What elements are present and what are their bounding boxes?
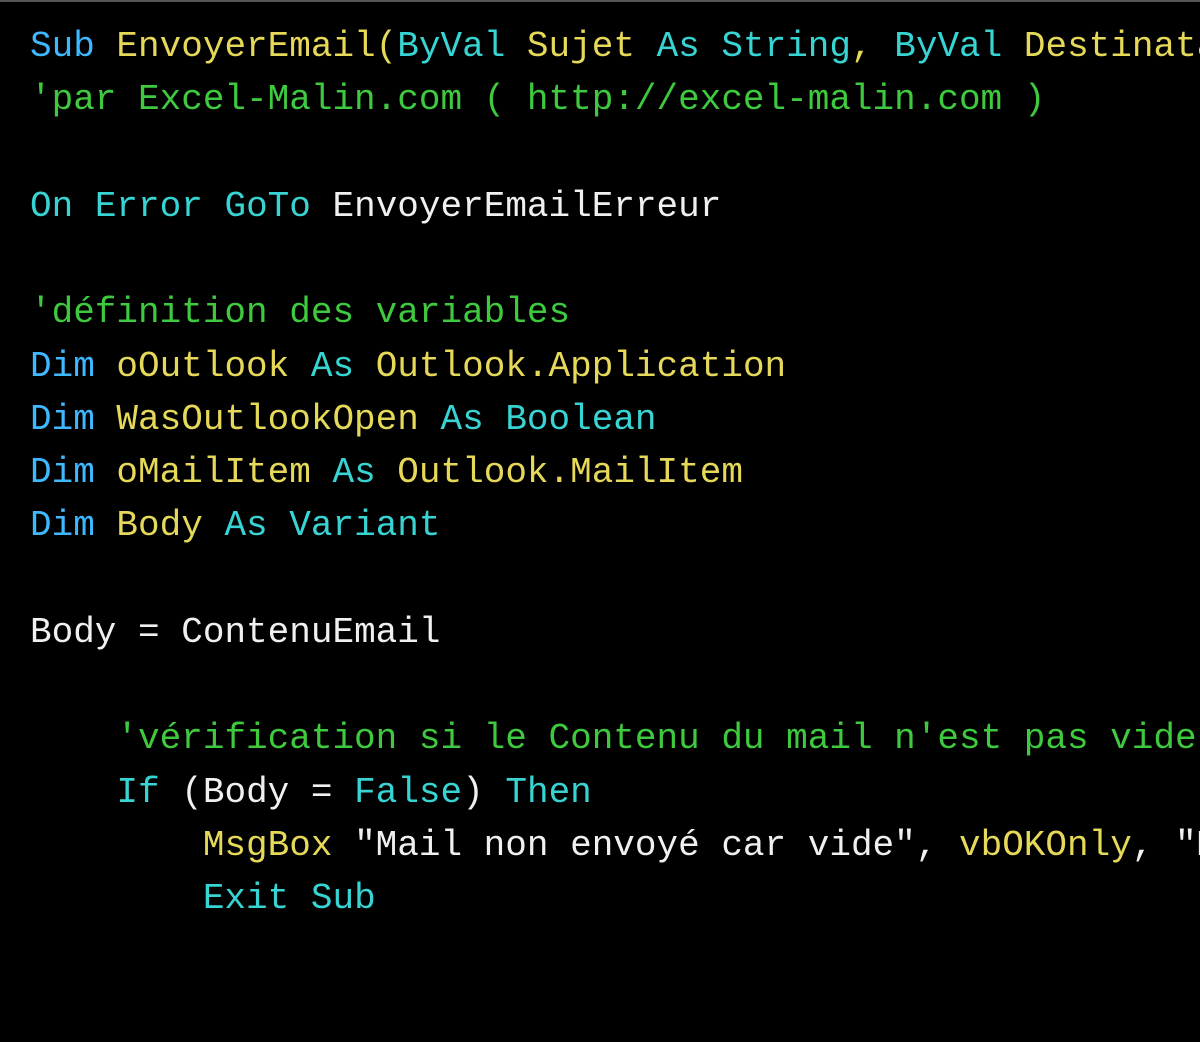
code-line: Dim oMailItem As Outlook.MailItem <box>30 452 743 493</box>
keyword-then: Then <box>505 772 591 813</box>
function-name: EnvoyerEmail <box>116 26 375 67</box>
code-line: 'définition des variables <box>30 292 570 333</box>
code-line: Exit Sub <box>30 878 376 919</box>
type-name: Outlook.MailItem <box>397 452 743 493</box>
code-line: MsgBox "Mail non envoyé car vide", vbOKO… <box>30 825 1200 866</box>
comma: , <box>916 825 938 866</box>
type-name: Outlook.Application <box>376 346 786 387</box>
keyword-as: As <box>311 346 354 387</box>
keyword-as: As <box>657 26 700 67</box>
comma: , <box>1132 825 1154 866</box>
keyword-sub: Sub <box>311 878 376 919</box>
comment: 'vérification si le Contenu du mail n'es… <box>116 718 1200 759</box>
type-name: Boolean <box>505 399 656 440</box>
type-string: String <box>721 26 851 67</box>
var-name: Body <box>30 612 116 653</box>
constant: vbOKOnly <box>959 825 1132 866</box>
keyword-as: As <box>440 399 483 440</box>
comment: 'par Excel-Malin.com ( http://excel-mali… <box>30 79 1045 120</box>
code-line: Dim oOutlook As Outlook.Application <box>30 346 786 387</box>
keyword-on: On <box>30 186 73 227</box>
function-msgbox: MsgBox <box>203 825 333 866</box>
keyword-byval: ByVal <box>894 26 1002 67</box>
paren: ( <box>181 772 203 813</box>
string-literal: "Mess <box>1175 825 1200 866</box>
code-line: Dim Body As Variant <box>30 505 441 546</box>
comment: 'définition des variables <box>30 292 570 333</box>
keyword-error: Error <box>95 186 203 227</box>
var-name: Body <box>203 772 289 813</box>
keyword-goto: GoTo <box>224 186 310 227</box>
keyword-byval: ByVal <box>397 26 505 67</box>
label-name: EnvoyerEmailErreur <box>333 186 722 227</box>
keyword-false: False <box>354 772 462 813</box>
code-line: Body = ContenuEmail <box>30 612 441 653</box>
code-line: On Error GoTo EnvoyerEmailErreur <box>30 186 721 227</box>
var-name: oOutlook <box>116 346 289 387</box>
code-editor-view: Sub EnvoyerEmail(ByVal Sujet As String, … <box>30 20 1200 926</box>
keyword-exit: Exit <box>203 878 289 919</box>
comma: , <box>851 26 873 67</box>
keyword-sub: Sub <box>30 26 95 67</box>
value: ContenuEmail <box>181 612 440 653</box>
operator: = <box>138 612 160 653</box>
code-line: 'par Excel-Malin.com ( http://excel-mali… <box>30 79 1045 120</box>
var-name: oMailItem <box>116 452 310 493</box>
keyword-as: As <box>224 505 267 546</box>
param-name: Sujet <box>527 26 635 67</box>
string-literal: "Mail non envoyé car vide" <box>354 825 916 866</box>
keyword-dim: Dim <box>30 452 95 493</box>
keyword-dim: Dim <box>30 346 95 387</box>
operator: = <box>311 772 333 813</box>
paren: ) <box>462 772 484 813</box>
code-line: 'vérification si le Contenu du mail n'es… <box>30 718 1200 759</box>
code-line: If (Body = False) Then <box>30 772 592 813</box>
keyword-as: As <box>332 452 375 493</box>
keyword-dim: Dim <box>30 399 95 440</box>
keyword-if: If <box>116 772 159 813</box>
param-name: Destinataire <box>1024 26 1200 67</box>
var-name: WasOutlookOpen <box>116 399 418 440</box>
keyword-dim: Dim <box>30 505 95 546</box>
code-line: Sub EnvoyerEmail(ByVal Sujet As String, … <box>30 26 1200 67</box>
code-line: Dim WasOutlookOpen As Boolean <box>30 399 657 440</box>
type-name: Variant <box>289 505 440 546</box>
paren: ( <box>376 26 398 67</box>
var-name: Body <box>116 505 202 546</box>
